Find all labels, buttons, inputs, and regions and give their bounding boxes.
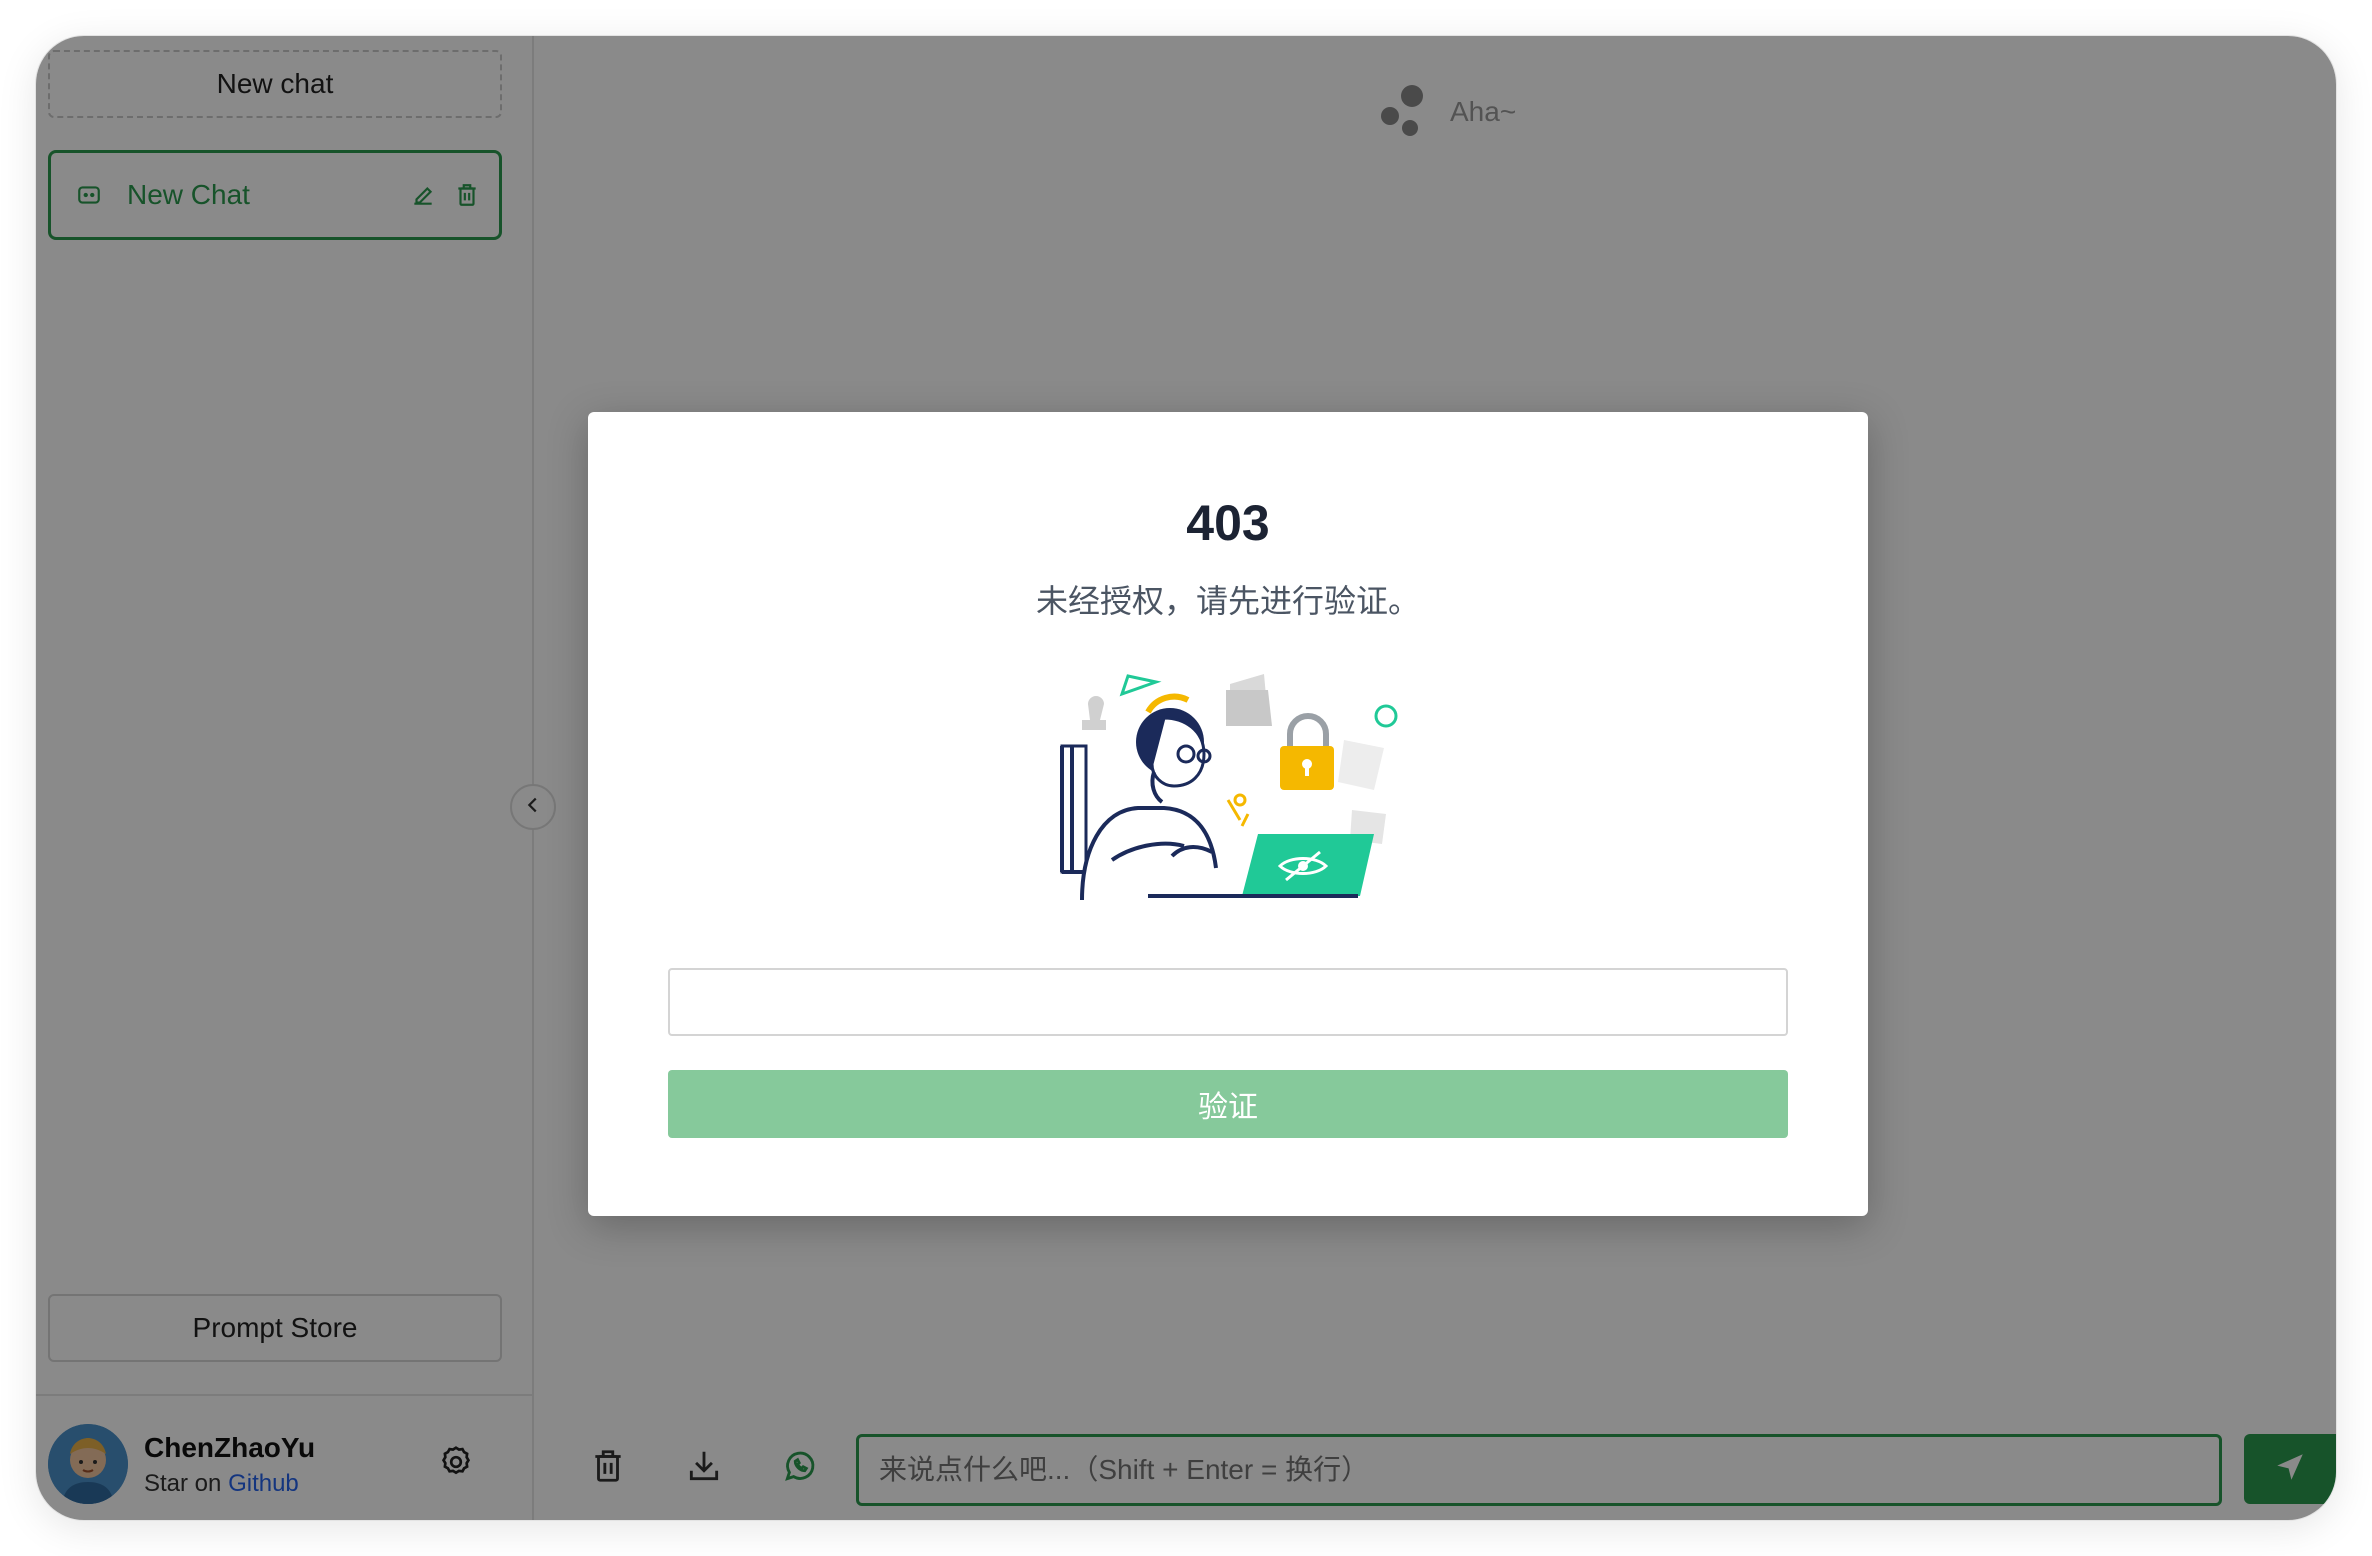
app-window: New chat New Chat Prompt Store ChenZhaoY… <box>36 36 2336 1520</box>
secret-key-input[interactable] <box>668 968 1788 1036</box>
error-message: 未经授权，请先进行验证。 <box>1035 583 1420 619</box>
verify-button[interactable]: 验证 <box>668 1070 1788 1138</box>
error-code: 403 <box>1186 495 1270 551</box>
auth-modal: 403 未经授权，请先进行验证。 验证 <box>588 412 1868 1216</box>
unauthorized-illustration <box>1052 660 1432 910</box>
